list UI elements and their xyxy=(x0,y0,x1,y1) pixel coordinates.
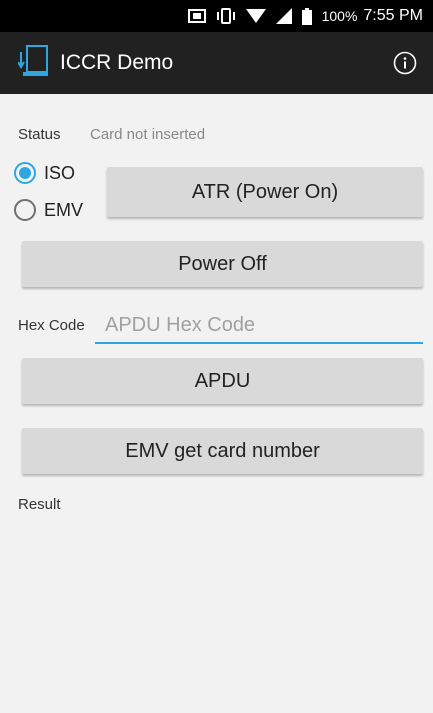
radio-unselected-icon xyxy=(14,199,36,221)
system-status-bar: 100% 7:55 PM xyxy=(0,0,433,32)
info-icon[interactable] xyxy=(393,51,417,75)
card-reader-icon xyxy=(17,44,48,83)
power-off-button[interactable]: Power Off xyxy=(22,241,423,287)
status-value: Card not inserted xyxy=(90,126,206,143)
battery-percent: 100% xyxy=(321,8,358,24)
emv-radio[interactable]: EMV xyxy=(14,199,83,221)
app-bar: ICCR Demo xyxy=(0,32,433,94)
wifi-icon xyxy=(245,8,266,24)
radio-selected-icon xyxy=(14,162,36,184)
vibrate-icon xyxy=(216,8,236,24)
apdu-button[interactable]: APDU xyxy=(22,358,423,404)
apdu-hex-input[interactable] xyxy=(95,308,423,344)
app-title: ICCR Demo xyxy=(60,51,174,74)
iso-radio-label: ISO xyxy=(44,162,76,183)
emv-radio-label: EMV xyxy=(44,199,84,220)
clock: 7:55 PM xyxy=(363,7,423,24)
result-label: Result xyxy=(18,496,61,513)
battery-icon xyxy=(301,7,312,25)
iso-radio[interactable]: ISO xyxy=(14,162,75,184)
atr-power-on-button[interactable]: ATR (Power On) xyxy=(107,167,423,217)
emv-get-card-number-button[interactable]: EMV get card number xyxy=(22,428,423,474)
hex-code-label: Hex Code xyxy=(18,317,85,334)
signal-icon xyxy=(275,8,292,24)
notification-icon xyxy=(187,8,206,24)
status-label: Status xyxy=(18,126,61,143)
